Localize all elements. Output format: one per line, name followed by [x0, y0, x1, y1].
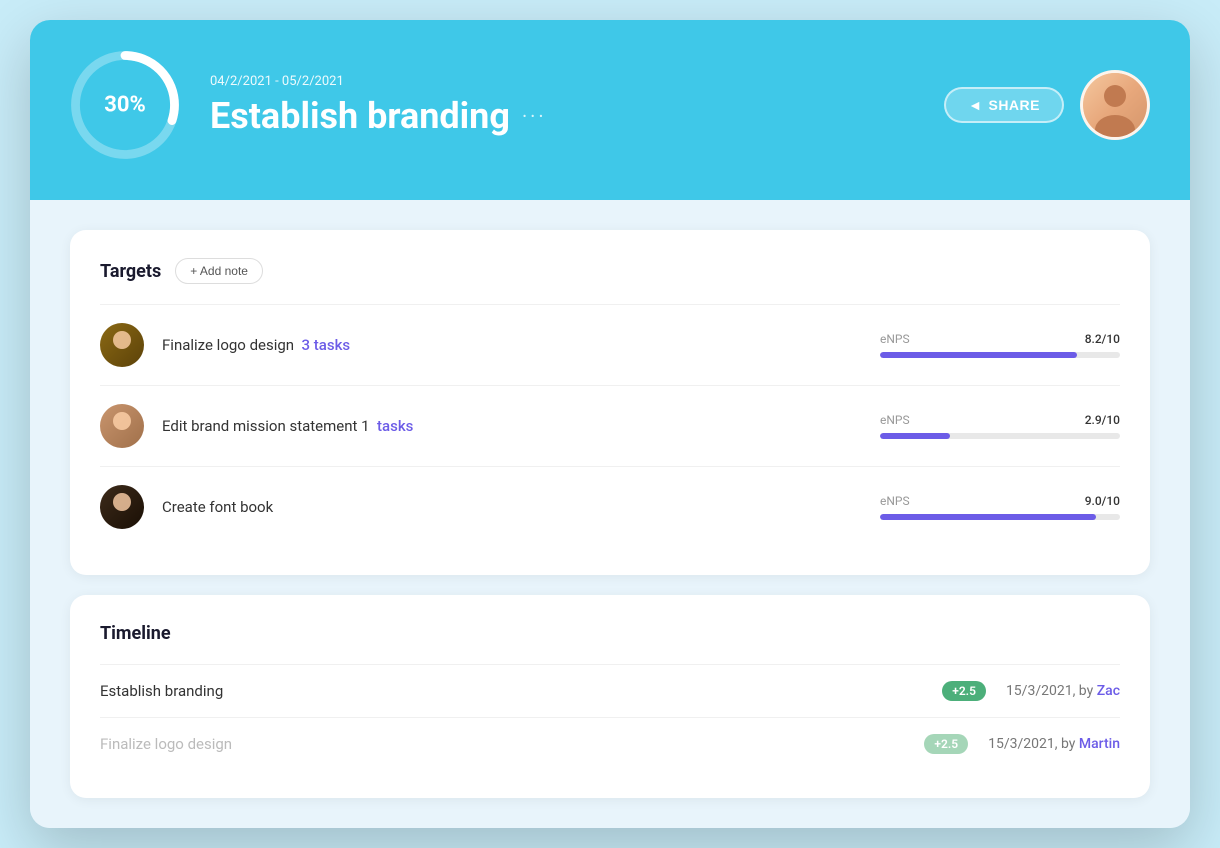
- progress-bar-bg: [880, 514, 1120, 520]
- timeline-card: Timeline Establish branding +2.5 15/3/20…: [70, 595, 1150, 798]
- share-icon: ◄: [968, 97, 982, 113]
- timeline-title: Timeline: [100, 623, 171, 644]
- header-info: 04/2/2021 - 05/2/2021 Establish branding…: [210, 74, 914, 137]
- targets-title: Targets: [100, 261, 161, 282]
- header-date: 04/2/2021 - 05/2/2021: [210, 74, 914, 89]
- timeline-card-header: Timeline: [100, 623, 1120, 644]
- tasks-link[interactable]: tasks: [377, 417, 413, 435]
- target-item: Finalize logo design 3 tasks eNPS 8.2/10: [100, 304, 1120, 385]
- metric-value: 9.0/10: [1085, 494, 1120, 508]
- metric-value: 8.2/10: [1085, 332, 1120, 346]
- timeline-badge: +2.5: [924, 734, 968, 754]
- progress-bar-fill: [880, 514, 1096, 520]
- timeline-item-name: Finalize logo design: [100, 735, 912, 753]
- target-item: Create font book eNPS 9.0/10: [100, 466, 1120, 547]
- metric-value: 2.9/10: [1085, 413, 1120, 427]
- timeline-item: Finalize logo design +2.5 15/3/2021, by …: [100, 717, 1120, 770]
- target-text: Edit brand mission statement 1 tasks: [162, 417, 880, 435]
- app-container: 30% 04/2/2021 - 05/2/2021 Establish bran…: [30, 20, 1190, 828]
- timeline-badge: +2.5: [942, 681, 986, 701]
- more-options-button[interactable]: ···: [522, 104, 547, 128]
- avatar: [100, 485, 144, 529]
- main-content: Targets + Add note Finalize logo design …: [30, 200, 1190, 828]
- metric-label: eNPS: [880, 332, 910, 346]
- avatar-image: [1083, 70, 1147, 140]
- header-title-row: Establish branding ···: [210, 95, 914, 137]
- metric-label: eNPS: [880, 413, 910, 427]
- metric-label-row: eNPS 9.0/10: [880, 494, 1120, 508]
- avatar[interactable]: [1080, 70, 1150, 140]
- add-note-button[interactable]: + Add note: [175, 258, 263, 284]
- targets-card: Targets + Add note Finalize logo design …: [70, 230, 1150, 575]
- progress-bar-bg: [880, 433, 1120, 439]
- metric-label-row: eNPS 2.9/10: [880, 413, 1120, 427]
- share-label: SHARE: [988, 97, 1040, 113]
- timeline-user-link[interactable]: Zac: [1097, 683, 1120, 699]
- avatar: [100, 404, 144, 448]
- timeline-item-name: Establish branding: [100, 682, 930, 700]
- target-text: Finalize logo design 3 tasks: [162, 336, 880, 354]
- progress-bar-fill: [880, 433, 950, 439]
- progress-label: 30%: [104, 93, 146, 118]
- target-metric: eNPS 9.0/10: [880, 494, 1120, 520]
- header-actions: ◄ SHARE: [944, 70, 1150, 140]
- timeline-item: Establish branding +2.5 15/3/2021, by Za…: [100, 664, 1120, 717]
- targets-card-header: Targets + Add note: [100, 258, 1120, 284]
- timeline-date: 15/3/2021, by Zac: [986, 683, 1120, 699]
- timeline-user-link[interactable]: Martin: [1079, 736, 1120, 752]
- progress-circle: 30%: [70, 50, 180, 160]
- target-metric: eNPS 8.2/10: [880, 332, 1120, 358]
- tasks-link[interactable]: 3 tasks: [302, 336, 351, 354]
- timeline-date: 15/3/2021, by Martin: [968, 736, 1120, 752]
- metric-label-row: eNPS 8.2/10: [880, 332, 1120, 346]
- avatar: [100, 323, 144, 367]
- header: 30% 04/2/2021 - 05/2/2021 Establish bran…: [30, 20, 1190, 200]
- metric-label: eNPS: [880, 494, 910, 508]
- target-item: Edit brand mission statement 1 tasks eNP…: [100, 385, 1120, 466]
- target-text: Create font book: [162, 498, 880, 516]
- page-title: Establish branding: [210, 95, 510, 137]
- progress-bar-bg: [880, 352, 1120, 358]
- progress-bar-fill: [880, 352, 1077, 358]
- share-button[interactable]: ◄ SHARE: [944, 87, 1064, 123]
- target-metric: eNPS 2.9/10: [880, 413, 1120, 439]
